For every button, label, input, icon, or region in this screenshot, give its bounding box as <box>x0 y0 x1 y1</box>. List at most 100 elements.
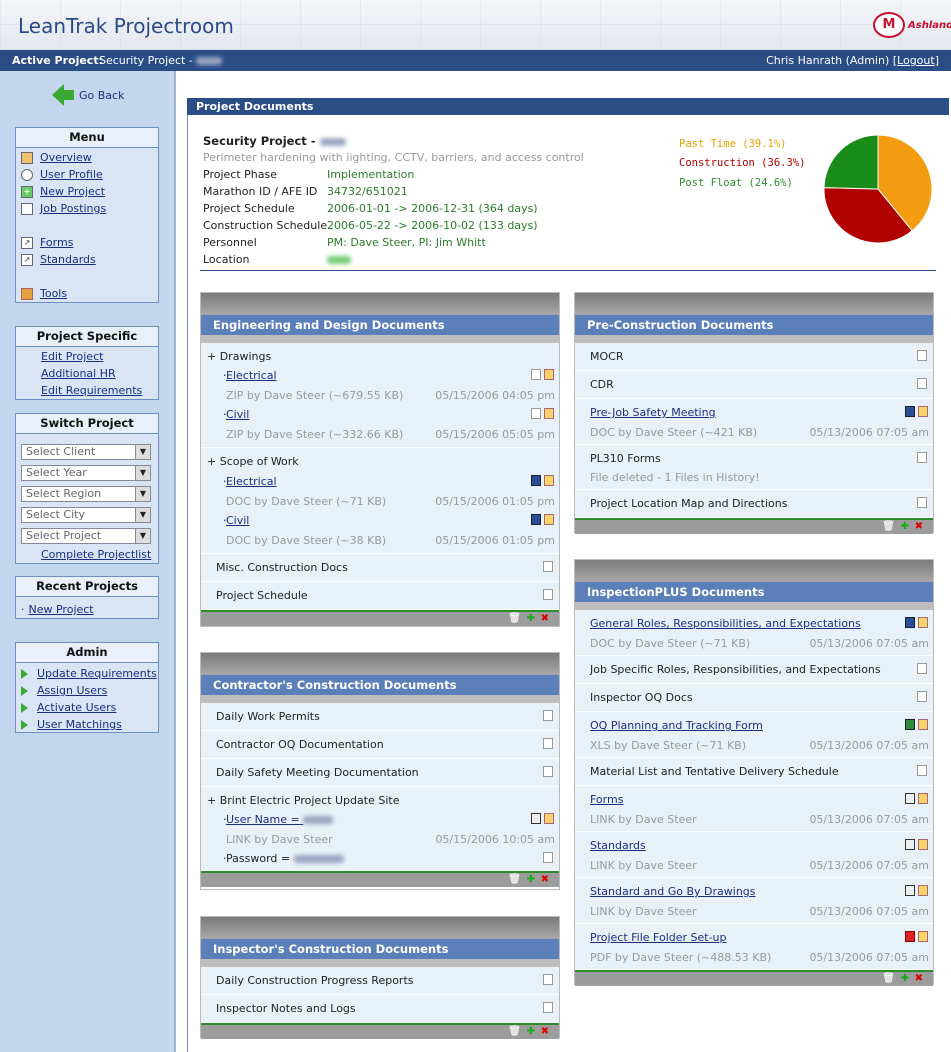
logout-link[interactable]: Logout <box>897 54 935 67</box>
edit-requirements-link[interactable]: Edit Requirements <box>41 384 142 397</box>
project-file-folder-link[interactable]: Project File Folder Set-up <box>590 931 727 944</box>
edit-project-link[interactable]: Edit Project <box>41 350 103 363</box>
edit-icon[interactable] <box>544 408 554 419</box>
menu-item-standards[interactable]: ↗ Standards <box>21 253 96 266</box>
oq-planning-link[interactable]: OQ Planning and Tracking Form <box>590 719 763 732</box>
list-item[interactable]: Daily Work Permits <box>201 703 559 731</box>
list-item[interactable]: MOCR <box>575 343 933 371</box>
panel-title: Inspector's Construction Documents <box>201 939 559 959</box>
edit-icon[interactable] <box>918 885 928 896</box>
link-icon <box>905 839 915 850</box>
edit-icon[interactable] <box>544 813 554 824</box>
list-item[interactable]: Inspector OQ Docs <box>575 684 933 712</box>
list-item[interactable]: Misc. Construction Docs <box>201 554 559 582</box>
panel-footer: 🗑 ✚ ✖ <box>201 1023 559 1039</box>
edit-icon[interactable] <box>918 719 928 730</box>
delete-icon[interactable]: ✖ <box>541 874 549 885</box>
info-label: Personnel <box>203 236 257 249</box>
edit-icon[interactable] <box>544 475 554 486</box>
trash-icon[interactable]: 🗑 <box>882 973 895 984</box>
menu-item-forms[interactable]: ↗ Forms <box>21 236 73 249</box>
add-icon[interactable]: ✚ <box>901 521 909 532</box>
activate-users-link[interactable]: Activate Users <box>21 701 116 714</box>
list-item[interactable]: Daily Construction Progress Reports <box>201 967 559 995</box>
assign-users-link[interactable]: Assign Users <box>21 684 107 697</box>
admin-title: Admin <box>16 643 158 663</box>
panel-footer: 🗑 ✚ ✖ <box>201 610 559 626</box>
trash-icon[interactable]: 🗑 <box>882 521 895 532</box>
go-back-button[interactable]: Go Back <box>52 84 124 106</box>
edit-icon[interactable] <box>918 617 928 628</box>
list-item[interactable]: Inspector Notes and Logs <box>201 995 559 1023</box>
project-specific-box: Project Specific Edit Project Additional… <box>15 326 159 400</box>
admin-box: Admin Update Requirements Assign Users A… <box>15 642 159 733</box>
additional-hr-link[interactable]: Additional HR <box>41 367 116 380</box>
add-icon[interactable]: ✚ <box>527 613 535 624</box>
add-icon[interactable]: ✚ <box>527 1026 535 1037</box>
menu-item-job-postings[interactable]: Job Postings <box>21 202 106 215</box>
edit-icon[interactable] <box>918 839 928 850</box>
file-icon <box>917 691 927 702</box>
edit-icon[interactable] <box>544 369 554 380</box>
select-city[interactable]: Select City ▼ <box>21 507 151 523</box>
delete-icon[interactable]: ✖ <box>915 973 923 984</box>
list-item[interactable]: CDR <box>575 371 933 399</box>
list-item[interactable]: Project Schedule <box>201 582 559 610</box>
forms-link[interactable]: Forms <box>590 793 623 806</box>
complete-projectlist-link[interactable]: Complete Projectlist <box>41 548 151 561</box>
file-icon <box>917 350 927 361</box>
edit-icon[interactable] <box>918 406 928 417</box>
list-item: Standards LINK by Dave Steer 05/13/2006 0… <box>575 832 933 878</box>
delete-icon[interactable]: ✖ <box>541 613 549 624</box>
trash-icon[interactable]: 🗑 <box>508 874 521 885</box>
edit-icon[interactable] <box>918 931 928 942</box>
select-client[interactable]: Select Client ▼ <box>21 444 151 460</box>
document-icon <box>21 202 33 215</box>
scope-electrical-link[interactable]: Electrical <box>226 475 277 488</box>
list-item: General Roles, Responsibilities, and Exp… <box>575 610 933 656</box>
project-phase-value: Implementation <box>327 168 415 181</box>
menu-item-new-project[interactable]: + New Project <box>21 185 105 198</box>
select-year[interactable]: Select Year ▼ <box>21 465 151 481</box>
list-item[interactable]: Contractor OQ Documentation <box>201 731 559 759</box>
civil-link[interactable]: Civil <box>226 408 249 421</box>
trash-icon[interactable]: 🗑 <box>508 1026 521 1037</box>
word-icon <box>905 617 915 628</box>
scope-civil-link[interactable]: Civil <box>226 514 249 527</box>
recent-project-item[interactable]: · New Project <box>21 603 94 616</box>
list-item[interactable]: Job Specific Roles, Responsibilities, an… <box>575 656 933 684</box>
construction-schedule-value: 2006-05-22 -> 2006-10-02 (133 days) <box>327 219 538 232</box>
select-region[interactable]: Select Region ▼ <box>21 486 151 502</box>
list-item[interactable]: PL310 Forms File deleted - 1 Files in Hi… <box>575 445 933 490</box>
add-icon[interactable]: ✚ <box>527 874 535 885</box>
user-matchings-link[interactable]: User Matchings <box>21 718 122 731</box>
marathon-logo: M <box>873 12 905 38</box>
standards-link[interactable]: Standards <box>590 839 646 852</box>
inspector-panel: Inspector's Construction Documents Daily… <box>200 916 560 1039</box>
pre-job-safety-link[interactable]: Pre-Job Safety Meeting <box>590 406 716 419</box>
plus-icon: + <box>21 185 33 198</box>
go-by-drawings-link[interactable]: Standard and Go By Drawings <box>590 885 756 898</box>
file-icon <box>543 738 553 749</box>
delete-icon[interactable]: ✖ <box>915 521 923 532</box>
menu-item-tools[interactable]: Tools <box>21 287 67 300</box>
trash-icon[interactable]: 🗑 <box>508 613 521 624</box>
afe-id-value: 34732/651021 <box>327 185 408 198</box>
menu-item-user-profile[interactable]: User Profile <box>21 168 103 181</box>
word-icon <box>531 475 541 486</box>
delete-icon[interactable]: ✖ <box>541 1026 549 1037</box>
add-icon[interactable]: ✚ <box>901 973 909 984</box>
update-requirements-link[interactable]: Update Requirements <box>21 667 157 680</box>
electrical-link[interactable]: Electrical <box>226 369 277 382</box>
edit-icon[interactable] <box>544 514 554 525</box>
username-link[interactable]: User Name = <box>226 813 334 826</box>
switch-project-box: Switch Project Select Client ▼ Select Yea… <box>15 413 159 564</box>
list-item[interactable]: Project Location Map and Directions <box>575 490 933 518</box>
select-project[interactable]: Select Project ▼ <box>21 528 151 544</box>
general-roles-link[interactable]: General Roles, Responsibilities, and Exp… <box>590 617 861 630</box>
file-icon <box>543 852 553 863</box>
menu-item-overview[interactable]: Overview <box>21 151 92 164</box>
list-item[interactable]: Material List and Tentative Delivery Sch… <box>575 758 933 786</box>
list-item[interactable]: Daily Safety Meeting Documentation <box>201 759 559 787</box>
edit-icon[interactable] <box>918 793 928 804</box>
